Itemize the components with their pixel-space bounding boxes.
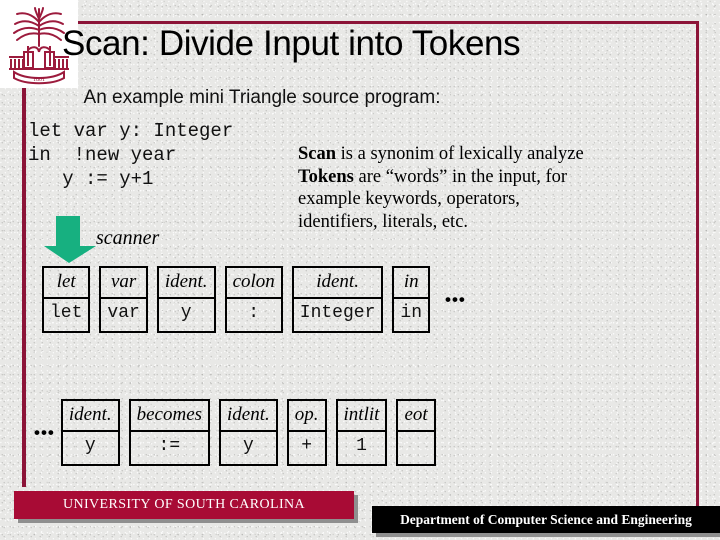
token-kind: intlit <box>337 401 386 432</box>
token-kind: becomes <box>130 401 209 432</box>
code-line-3: y := y+1 <box>28 168 154 190</box>
scanner-label: scanner <box>96 227 160 249</box>
token-value: var <box>107 303 140 323</box>
down-arrow-icon <box>42 216 100 264</box>
code-line-1: let var y: Integer <box>28 120 234 142</box>
token-value: := <box>158 436 181 456</box>
explanation-line-4: identifiers, literals, etc. <box>298 211 469 232</box>
token-kind: eot <box>398 401 434 432</box>
token-value: y <box>84 436 96 456</box>
explanation-line-3: example keywords, operators, <box>298 189 520 209</box>
token-value: y <box>180 303 192 323</box>
explanation-rest-1: is a synonim of lexically analyze <box>336 144 584 164</box>
frame-left-rule <box>22 84 26 487</box>
token-value: y <box>243 436 254 456</box>
leading-ellipsis: ••• <box>34 422 55 442</box>
token-row: ••• ident. y becomes := ident. y op. + i… <box>28 399 457 466</box>
slide-subtitle: An example mini Triangle source program: <box>83 87 441 108</box>
token-box: op. + <box>286 399 327 466</box>
slide-canvas: 1801 Scan: Divide Input into Tokens An e… <box>0 0 720 540</box>
university-footer-label: UNIVERSITY OF SOUTH CAROLINA <box>62 497 306 512</box>
token-box: in in <box>392 266 431 333</box>
explanation-rest-2: are “words” in the input, for <box>353 166 568 187</box>
token-value: Integer <box>299 303 376 323</box>
trailing-ellipsis: ••• <box>445 289 466 309</box>
university-footer-bar: UNIVERSITY OF SOUTH CAROLINA <box>14 491 354 519</box>
department-footer-label: Department of Computer Science and Engin… <box>400 511 692 527</box>
code-line-2: in !new year <box>28 144 177 166</box>
token-box: ident. y <box>156 266 216 333</box>
token-box: eot <box>396 399 436 466</box>
source-code-block: let var y: Integer in !new year y := y+1 <box>28 119 233 191</box>
token-box: let let <box>42 266 91 333</box>
department-footer-bar: Department of Computer Science and Engin… <box>372 506 720 533</box>
token-value: let <box>50 303 83 323</box>
token-box: colon : <box>224 266 283 333</box>
token-value: : <box>248 303 260 323</box>
explanation-lead-tokens: Tokens <box>298 166 354 187</box>
token-value: + <box>301 436 313 456</box>
token-kind: colon <box>226 268 281 299</box>
explanation-lead-scan: Scan <box>298 144 337 164</box>
token-kind: ident. <box>221 401 276 432</box>
token-value <box>398 432 433 464</box>
token-kind: ident. <box>158 268 214 299</box>
token-box: var var <box>99 266 148 333</box>
token-box: ident. Integer <box>291 266 384 333</box>
page-title: Scan: Divide Input into Tokens <box>62 24 521 63</box>
token-kind: in <box>394 268 429 299</box>
token-box: becomes := <box>128 399 211 466</box>
token-kind: op. <box>288 401 325 432</box>
token-box: ident. y <box>219 399 278 466</box>
svg-text:1801: 1801 <box>33 77 45 83</box>
explanation-text: Scan is a synonim of lexically analyze T… <box>298 143 690 233</box>
token-value: in <box>400 303 423 323</box>
token-row: let let var var ident. y colon : ident. … <box>30 266 472 333</box>
explanation-line-1: Scan is a synonim of lexically analyze <box>298 143 690 166</box>
token-kind: ident. <box>62 401 118 432</box>
token-box: intlit 1 <box>335 399 388 466</box>
token-kind: ident. <box>293 268 382 299</box>
token-kind: var <box>101 268 146 299</box>
explanation-line-2: Tokens are “words” in the input, for <box>298 166 690 189</box>
token-kind: let <box>44 268 89 299</box>
token-value: 1 <box>356 436 367 456</box>
token-box: ident. y <box>60 399 120 466</box>
frame-right-rule <box>696 21 699 510</box>
